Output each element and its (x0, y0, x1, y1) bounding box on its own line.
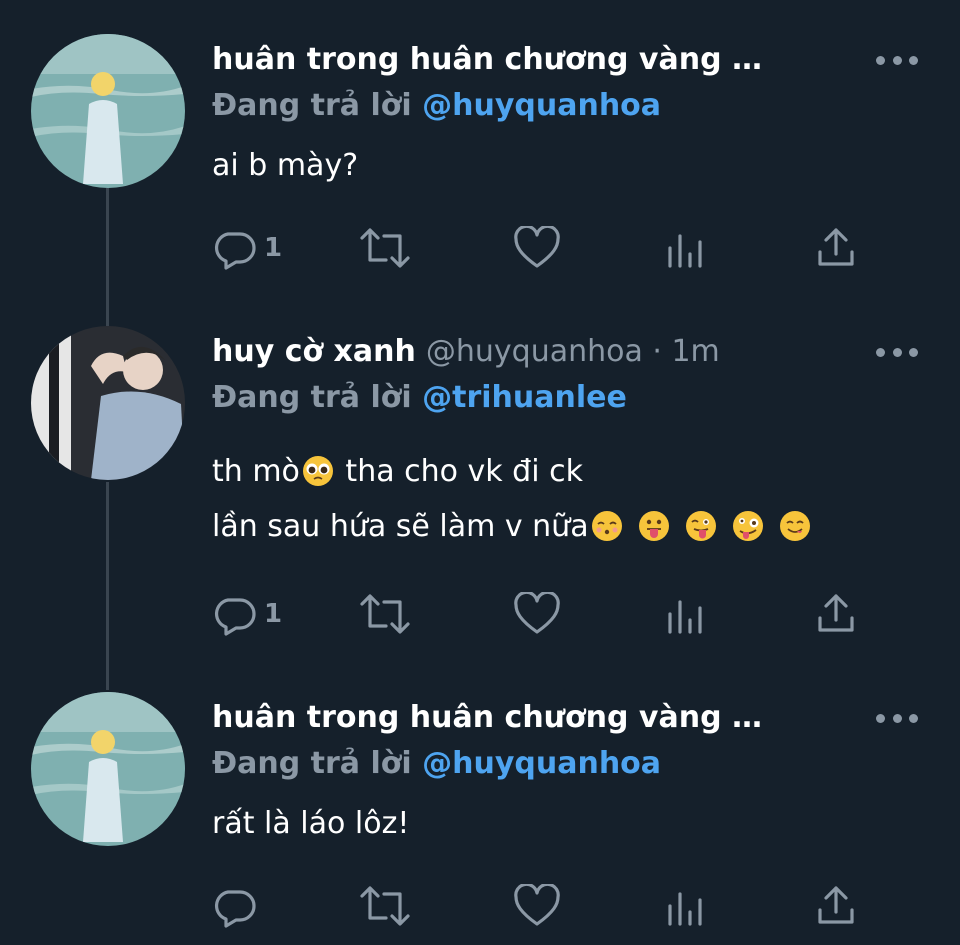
reply-icon (215, 232, 256, 270)
reply-button[interactable] (212, 884, 264, 928)
avatar-sea-photo (31, 692, 185, 846)
like-icon (514, 884, 560, 926)
replying-to: Đang trả lời @huyquanhoa (212, 746, 661, 781)
retweet-button[interactable] (356, 592, 414, 636)
analytics-button[interactable] (666, 884, 708, 928)
reply-icon (215, 890, 256, 928)
reply-prefix: Đang trả lời (212, 88, 412, 123)
more-icon[interactable] (876, 50, 918, 70)
reply-button[interactable]: 1 (212, 592, 282, 636)
reply-count: 1 (264, 599, 283, 629)
replying-to: Đang trả lời @huyquanhoa (212, 88, 661, 123)
kissing-closed-eyes-emoji (591, 511, 622, 541)
share-icon (818, 228, 854, 266)
share-icon (818, 886, 854, 924)
like-button[interactable] (512, 226, 562, 270)
tweet[interactable]: huy cờ xanh @huyquanhoa · 1m Đang trả lờ… (0, 326, 960, 656)
author-row: huân trong huân chương vàng … (212, 34, 772, 84)
tweet-text: rất là láo lôz! (212, 806, 410, 841)
analytics-icon (668, 234, 702, 268)
pleading-face-emoji (302, 456, 333, 486)
reply-button[interactable]: 1 (212, 226, 282, 270)
display-name[interactable]: huy cờ xanh (212, 334, 416, 369)
share-icon (818, 594, 854, 632)
more-icon[interactable] (876, 342, 918, 362)
like-icon (514, 592, 560, 634)
retweet-icon (360, 886, 410, 926)
retweet-icon (360, 594, 410, 634)
share-button[interactable] (814, 592, 858, 636)
avatar[interactable] (31, 692, 185, 846)
action-bar: 1 (212, 592, 872, 636)
reply-mention[interactable]: @huyquanhoa (422, 746, 661, 781)
action-bar (212, 884, 872, 928)
analytics-icon (668, 600, 702, 634)
tweet-text-line-2: lần sau hứa sẽ làm v nữa (212, 509, 813, 544)
reply-count: 1 (264, 233, 283, 263)
analytics-icon (668, 892, 702, 926)
author-row: huy cờ xanh @huyquanhoa · 1m (212, 326, 720, 376)
like-button[interactable] (512, 592, 562, 636)
share-button[interactable] (814, 226, 858, 270)
retweet-icon (360, 228, 410, 268)
analytics-button[interactable] (666, 592, 708, 636)
avatar-person-photo (31, 326, 185, 480)
retweet-button[interactable] (356, 226, 414, 270)
reply-mention[interactable]: @trihuanlee (422, 380, 627, 415)
action-bar: 1 (212, 226, 872, 270)
reply-prefix: Đang trả lời (212, 380, 412, 415)
reply-icon (215, 598, 256, 636)
share-button[interactable] (814, 884, 858, 928)
tweet-text-line-1: th mò tha cho vk đi ck (212, 454, 583, 489)
zany-face-emoji (732, 511, 763, 541)
tongue-out-emoji (638, 511, 669, 541)
text-segment: th mò (212, 454, 300, 489)
like-button[interactable] (512, 884, 562, 928)
avatar[interactable] (31, 326, 185, 480)
more-icon[interactable] (876, 708, 918, 728)
like-icon (514, 226, 560, 268)
winking-tongue-emoji (685, 511, 716, 541)
avatar[interactable] (31, 34, 185, 188)
reply-mention[interactable]: @huyquanhoa (422, 88, 661, 123)
text-segment: lần sau hứa sẽ làm v nữa (212, 509, 589, 544)
display-name[interactable]: huân trong huân chương vàng … (212, 700, 762, 735)
tweet[interactable]: huân trong huân chương vàng … Đang trả l… (0, 34, 960, 294)
yum-face-emoji (779, 511, 810, 541)
analytics-button[interactable] (666, 226, 708, 270)
tweet-text: ai b mày? (212, 148, 359, 183)
replying-to: Đang trả lời @trihuanlee (212, 380, 627, 415)
handle-and-time[interactable]: @huyquanhoa · 1m (426, 334, 720, 369)
reply-prefix: Đang trả lời (212, 746, 412, 781)
tweet[interactable]: huân trong huân chương vàng … Đang trả l… (0, 692, 960, 945)
retweet-button[interactable] (356, 884, 414, 928)
author-row: huân trong huân chương vàng … (212, 692, 772, 742)
display-name[interactable]: huân trong huân chương vàng … (212, 42, 762, 77)
avatar-sea-photo (31, 34, 185, 188)
text-segment: tha cho vk đi ck (335, 454, 583, 489)
